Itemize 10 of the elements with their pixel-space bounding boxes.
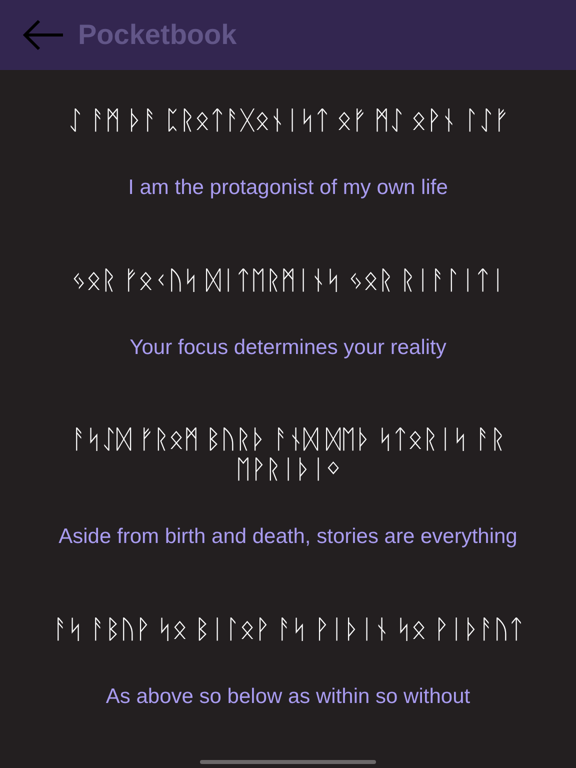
back-arrow-icon [21,19,65,51]
quote-translation: Your focus determines your reality [130,334,446,360]
runic-quote: ᚨᛋᛇᛞ ᚠᚱᛟᛗ ᛒᚢᚱᚦ ᚨᚾᛞ ᛞᛖᚦ ᛋᛏᛟᚱᛁᛋ ᚨᚱ ᛖᚹᚱᛁᚦᛁᛜ [70,425,506,485]
quote-translation: As above so below as within so without [106,684,470,710]
quote-translation: Aside from birth and death, stories are everything [58,524,518,550]
runic-quote: ᚨᛋ ᚨᛒᚢᚹ ᛋᛟ ᛒᛁᛚᛟᚹ ᚨᛋ ᚹᛁᚦᛁᚾ ᛋᛟ ᚹᛁᚦᚨᚢᛏ [52,614,524,644]
app-title: Pocketbook [78,18,237,52]
quote-translation: I am the protagonist of my own life [128,175,448,201]
runic-quote: ᛇ ᚨᛗ ᚦᚨ ᛈᚱᛟᛏᚨᚷᛟᚾᛁᛋᛏ ᛟᚠ ᛗᛇ ᛟᚹᚾ ᛚᛇᚠ [68,106,508,136]
runic-quote: ᛃᛟᚱ ᚠᛟᚲᚢᛋ ᛞᛁᛏᛖᚱᛗᛁᚾᛋ ᛃᛟᚱ ᚱᛁᚨᛚᛁᛏᛁ [70,266,506,296]
